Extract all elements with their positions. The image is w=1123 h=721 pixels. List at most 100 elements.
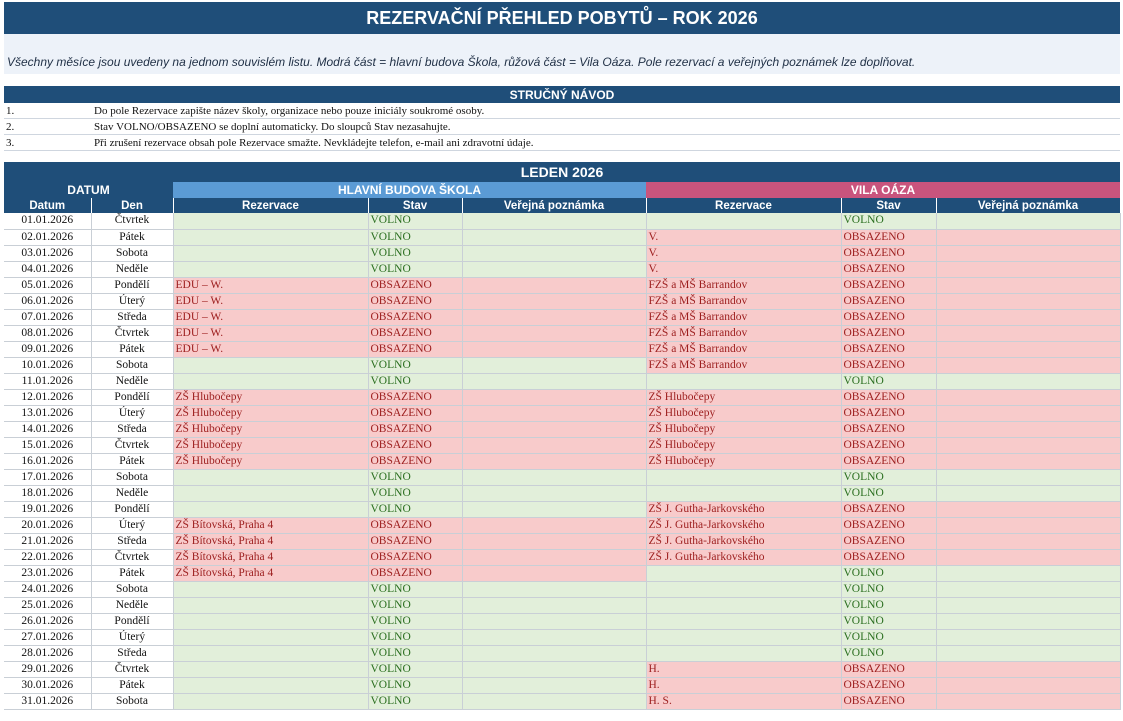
school-reservation-cell[interactable]: ZŠ Hlubočepy [173,453,369,470]
vila-reservation-cell[interactable]: FZŠ a MŠ Barrandov [646,341,842,358]
vila-note-cell[interactable] [936,213,1121,230]
school-reservation-cell[interactable] [173,677,369,694]
vila-note-cell[interactable] [936,485,1121,502]
school-note-cell[interactable] [462,453,647,470]
vila-reservation-cell[interactable]: V. [646,229,842,246]
school-note-cell[interactable] [462,341,647,358]
vila-reservation-cell[interactable]: H. S. [646,693,842,710]
vila-note-cell[interactable] [936,501,1121,518]
vila-reservation-cell[interactable]: ZŠ J. Gutha-Jarkovského [646,501,842,518]
vila-reservation-cell[interactable]: ZŠ Hlubočepy [646,389,842,406]
school-reservation-cell[interactable] [173,501,369,518]
school-reservation-cell[interactable]: ZŠ Hlubočepy [173,389,369,406]
school-reservation-cell[interactable]: EDU – W. [173,277,369,294]
vila-reservation-cell[interactable]: FZŠ a MŠ Barrandov [646,293,842,310]
school-reservation-cell[interactable]: ZŠ Hlubočepy [173,405,369,422]
vila-reservation-cell[interactable] [646,469,842,486]
school-note-cell[interactable] [462,373,647,390]
vila-reservation-cell[interactable]: ZŠ J. Gutha-Jarkovského [646,549,842,566]
school-note-cell[interactable] [462,357,647,374]
vila-note-cell[interactable] [936,469,1121,486]
school-reservation-cell[interactable] [173,357,369,374]
school-reservation-cell[interactable] [173,213,369,230]
school-note-cell[interactable] [462,437,647,454]
vila-note-cell[interactable] [936,693,1121,710]
school-note-cell[interactable] [462,293,647,310]
vila-reservation-cell[interactable]: FZŠ a MŠ Barrandov [646,309,842,326]
school-note-cell[interactable] [462,245,647,262]
vila-note-cell[interactable] [936,629,1121,646]
vila-note-cell[interactable] [936,293,1121,310]
vila-note-cell[interactable] [936,453,1121,470]
school-reservation-cell[interactable] [173,229,369,246]
vila-reservation-cell[interactable]: V. [646,261,842,278]
school-note-cell[interactable] [462,597,647,614]
school-note-cell[interactable] [462,565,647,582]
school-note-cell[interactable] [462,213,647,230]
school-reservation-cell[interactable] [173,613,369,630]
school-note-cell[interactable] [462,517,647,534]
school-note-cell[interactable] [462,421,647,438]
school-reservation-cell[interactable]: EDU – W. [173,293,369,310]
school-note-cell[interactable] [462,277,647,294]
vila-note-cell[interactable] [936,277,1121,294]
vila-reservation-cell[interactable]: FZŠ a MŠ Barrandov [646,277,842,294]
school-note-cell[interactable] [462,325,647,342]
vila-note-cell[interactable] [936,373,1121,390]
vila-note-cell[interactable] [936,325,1121,342]
vila-reservation-cell[interactable]: ZŠ Hlubočepy [646,437,842,454]
school-reservation-cell[interactable] [173,597,369,614]
school-note-cell[interactable] [462,613,647,630]
school-note-cell[interactable] [462,229,647,246]
school-note-cell[interactable] [462,629,647,646]
school-reservation-cell[interactable]: EDU – W. [173,309,369,326]
vila-reservation-cell[interactable] [646,629,842,646]
vila-note-cell[interactable] [936,661,1121,678]
vila-note-cell[interactable] [936,581,1121,598]
vila-note-cell[interactable] [936,309,1121,326]
school-reservation-cell[interactable] [173,373,369,390]
school-note-cell[interactable] [462,549,647,566]
school-reservation-cell[interactable] [173,469,369,486]
vila-note-cell[interactable] [936,389,1121,406]
vila-reservation-cell[interactable]: ZŠ J. Gutha-Jarkovského [646,533,842,550]
school-reservation-cell[interactable]: EDU – W. [173,341,369,358]
vila-reservation-cell[interactable]: H. [646,677,842,694]
school-note-cell[interactable] [462,661,647,678]
school-note-cell[interactable] [462,645,647,662]
vila-note-cell[interactable] [936,597,1121,614]
vila-reservation-cell[interactable] [646,581,842,598]
vila-reservation-cell[interactable] [646,645,842,662]
school-reservation-cell[interactable] [173,629,369,646]
vila-note-cell[interactable] [936,357,1121,374]
vila-note-cell[interactable] [936,437,1121,454]
vila-note-cell[interactable] [936,405,1121,422]
vila-note-cell[interactable] [936,245,1121,262]
vila-reservation-cell[interactable]: H. [646,661,842,678]
school-reservation-cell[interactable]: ZŠ Hlubočepy [173,437,369,454]
vila-note-cell[interactable] [936,613,1121,630]
vila-reservation-cell[interactable]: FZŠ a MŠ Barrandov [646,325,842,342]
school-note-cell[interactable] [462,677,647,694]
vila-note-cell[interactable] [936,533,1121,550]
school-note-cell[interactable] [462,501,647,518]
vila-reservation-cell[interactable]: V. [646,245,842,262]
school-reservation-cell[interactable]: ZŠ Bítovská, Praha 4 [173,565,369,582]
vila-note-cell[interactable] [936,517,1121,534]
vila-note-cell[interactable] [936,421,1121,438]
school-reservation-cell[interactable]: ZŠ Hlubočepy [173,421,369,438]
vila-note-cell[interactable] [936,645,1121,662]
school-note-cell[interactable] [462,309,647,326]
school-reservation-cell[interactable] [173,661,369,678]
school-note-cell[interactable] [462,261,647,278]
school-reservation-cell[interactable]: ZŠ Bítovská, Praha 4 [173,533,369,550]
school-note-cell[interactable] [462,693,647,710]
vila-reservation-cell[interactable]: ZŠ Hlubočepy [646,405,842,422]
vila-reservation-cell[interactable]: ZŠ J. Gutha-Jarkovského [646,517,842,534]
school-reservation-cell[interactable]: ZŠ Bítovská, Praha 4 [173,517,369,534]
vila-note-cell[interactable] [936,229,1121,246]
vila-note-cell[interactable] [936,549,1121,566]
school-reservation-cell[interactable] [173,245,369,262]
vila-reservation-cell[interactable] [646,213,842,230]
school-note-cell[interactable] [462,581,647,598]
